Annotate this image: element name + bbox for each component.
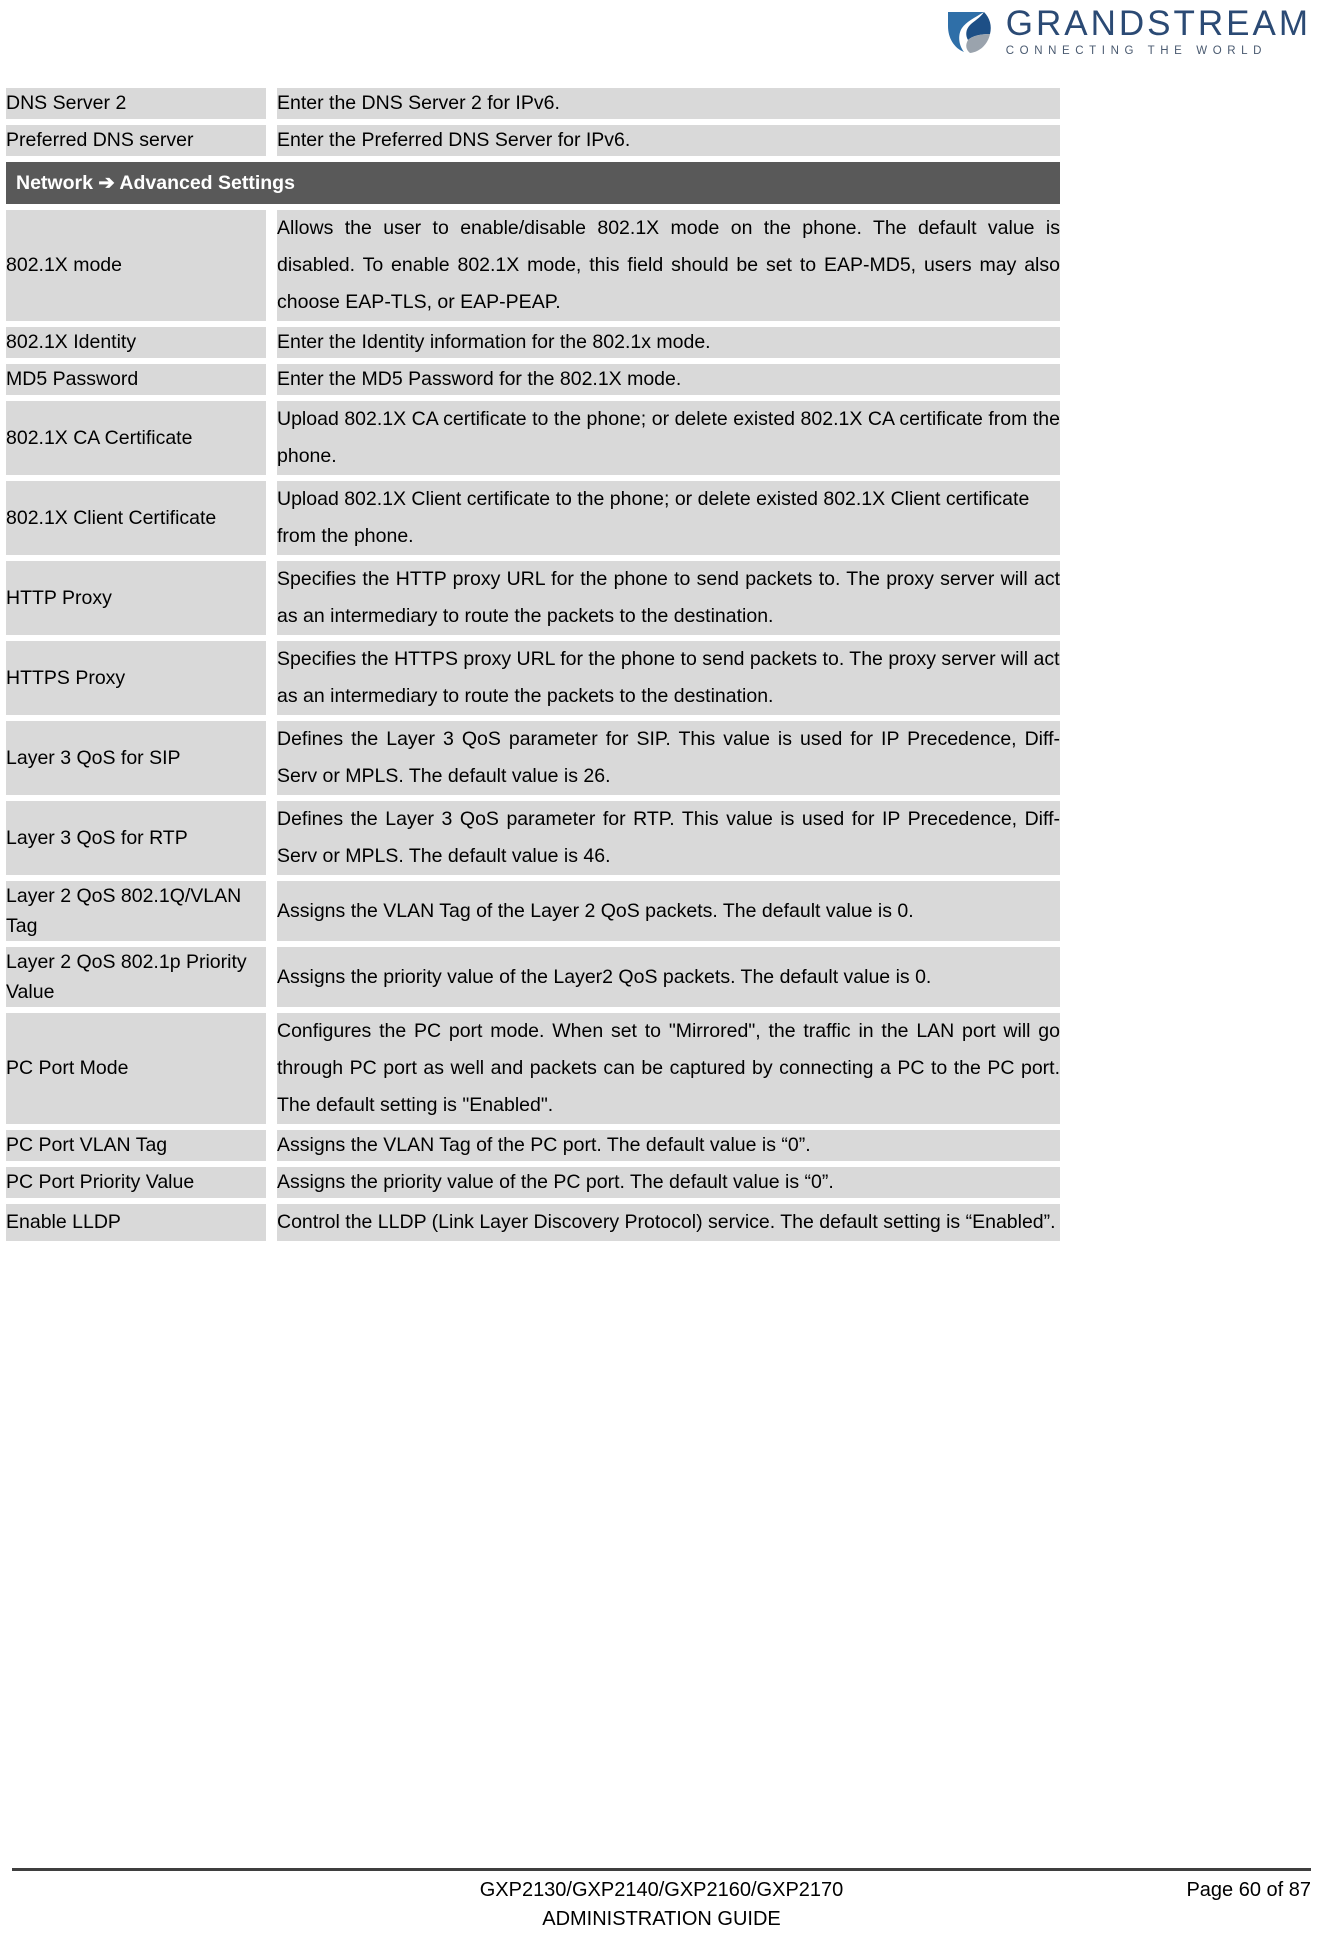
logo-name: GRANDSTREAM (1005, 4, 1311, 44)
table-row: 802.1X CA Certificate Upload 802.1X CA c… (6, 401, 1060, 481)
setting-name: DNS Server 2 (6, 88, 277, 125)
setting-name: Enable LLDP (6, 1204, 277, 1247)
table-row: Layer 3 QoS for RTP Defines the Layer 3 … (6, 801, 1060, 881)
setting-description: Enter the Identity information for the 8… (277, 327, 1060, 364)
settings-table-body: DNS Server 2 Enter the DNS Server 2 for … (6, 88, 1060, 1247)
table-row: HTTP Proxy Specifies the HTTP proxy URL … (6, 561, 1060, 641)
footer-guide-line: ADMINISTRATION GUIDE (542, 1908, 781, 1930)
setting-description: Enter the DNS Server 2 for IPv6. (277, 88, 1060, 125)
table-row: 802.1X Client Certificate Upload 802.1X … (6, 481, 1060, 561)
setting-name: PC Port Mode (6, 1013, 277, 1130)
setting-name: PC Port VLAN Tag (6, 1130, 277, 1167)
setting-description: Allows the user to enable/disable 802.1X… (277, 210, 1060, 327)
setting-description: Enter the MD5 Password for the 802.1X mo… (277, 364, 1060, 401)
setting-name: Layer 2 QoS 802.1p Priority Value (6, 947, 277, 1013)
setting-description: Assigns the VLAN Tag of the Layer 2 QoS … (277, 881, 1060, 947)
table-row: PC Port Priority Value Assigns the prior… (6, 1167, 1060, 1204)
footer-product-line: GXP2130/GXP2140/GXP2160/GXP2170 (479, 1879, 844, 1901)
setting-description: Upload 802.1X Client certificate to the … (277, 481, 1060, 561)
table-row: Preferred DNS server Enter the Preferred… (6, 125, 1060, 162)
grandstream-mark-icon (944, 6, 996, 58)
setting-description: Control the LLDP (Link Layer Discovery P… (277, 1204, 1060, 1247)
footer-page-number: Page 60 of 87 (1186, 1879, 1311, 1901)
setting-name: Preferred DNS server (6, 125, 277, 162)
table-row: Layer 2 QoS 802.1Q/VLAN Tag Assigns the … (6, 881, 1060, 947)
table-row: MD5 Password Enter the MD5 Password for … (6, 364, 1060, 401)
document-page: GRANDSTREAM CONNECTING THE WORLD DNS Ser… (0, 0, 1323, 1958)
setting-name: Layer 3 QoS for RTP (6, 801, 277, 881)
setting-name: HTTPS Proxy (6, 641, 277, 721)
table-row: HTTPS Proxy Specifies the HTTPS proxy UR… (6, 641, 1060, 721)
table-row: 802.1X Identity Enter the Identity infor… (6, 327, 1060, 364)
setting-description: Assigns the VLAN Tag of the PC port. The… (277, 1130, 1060, 1167)
setting-description: Configures the PC port mode. When set to… (277, 1013, 1060, 1130)
setting-name: Layer 3 QoS for SIP (6, 721, 277, 801)
setting-description: Specifies the HTTP proxy URL for the pho… (277, 561, 1060, 641)
setting-name: 802.1X mode (6, 210, 277, 327)
table-section-header-row: Network ➔ Advanced Settings (6, 162, 1060, 210)
table-row: PC Port VLAN Tag Assigns the VLAN Tag of… (6, 1130, 1060, 1167)
setting-description: Enter the Preferred DNS Server for IPv6. (277, 125, 1060, 162)
table-row: PC Port Mode Configures the PC port mode… (6, 1013, 1060, 1130)
table-row: DNS Server 2 Enter the DNS Server 2 for … (6, 88, 1060, 125)
page-header: GRANDSTREAM CONNECTING THE WORLD (0, 0, 1323, 70)
logo-wordmark: GRANDSTREAM CONNECTING THE WORLD (1006, 6, 1311, 58)
setting-description: Specifies the HTTPS proxy URL for the ph… (277, 641, 1060, 721)
setting-name: MD5 Password (6, 364, 277, 401)
setting-name: Layer 2 QoS 802.1Q/VLAN Tag (6, 881, 277, 947)
setting-name: PC Port Priority Value (6, 1167, 277, 1204)
grandstream-logo: GRANDSTREAM CONNECTING THE WORLD (944, 6, 1311, 58)
table-row: Layer 3 QoS for SIP Defines the Layer 3 … (6, 721, 1060, 801)
page-footer: GXP2130/GXP2140/GXP2160/GXP2170 ADMINIST… (12, 1868, 1311, 1944)
setting-description: Upload 802.1X CA certificate to the phon… (277, 401, 1060, 481)
setting-description: Defines the Layer 3 QoS parameter for RT… (277, 801, 1060, 881)
section-header-label: Network ➔ Advanced Settings (6, 162, 1060, 210)
logo-tagline: CONNECTING THE WORLD (1005, 45, 1268, 58)
footer-center-block: GXP2130/GXP2140/GXP2160/GXP2170 ADMINIST… (12, 1876, 1311, 1934)
setting-description: Assigns the priority value of the Layer2… (277, 947, 1060, 1013)
setting-description: Assigns the priority value of the PC por… (277, 1167, 1060, 1204)
table-row: Enable LLDP Control the LLDP (Link Layer… (6, 1204, 1060, 1247)
footer-divider (12, 1868, 1311, 1871)
setting-name: 802.1X Identity (6, 327, 277, 364)
setting-description: Defines the Layer 3 QoS parameter for SI… (277, 721, 1060, 801)
setting-name: 802.1X Client Certificate (6, 481, 277, 561)
table-row: 802.1X mode Allows the user to enable/di… (6, 210, 1060, 327)
setting-name: 802.1X CA Certificate (6, 401, 277, 481)
table-row: Layer 2 QoS 802.1p Priority Value Assign… (6, 947, 1060, 1013)
setting-name: HTTP Proxy (6, 561, 277, 641)
settings-table: DNS Server 2 Enter the DNS Server 2 for … (6, 88, 1060, 1247)
